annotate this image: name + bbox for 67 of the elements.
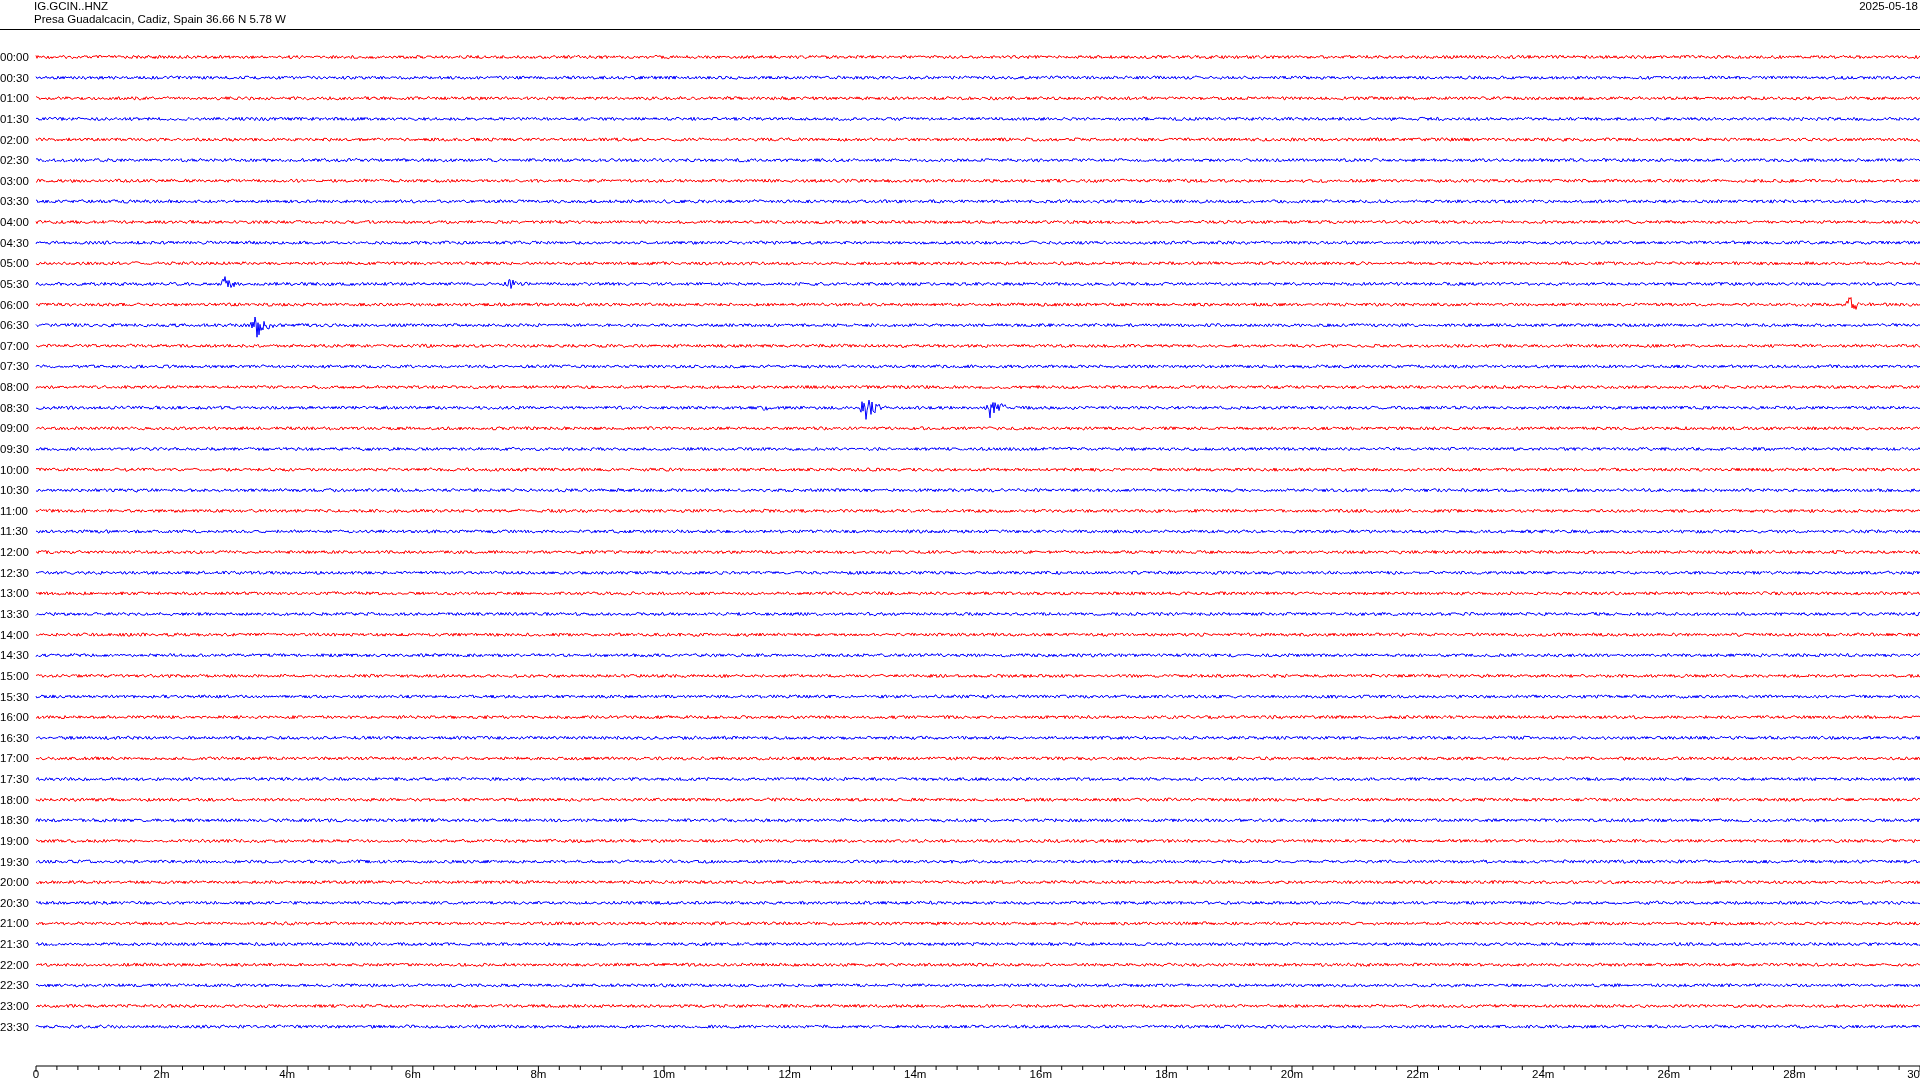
time-label: 23:30 — [0, 1020, 29, 1033]
time-label: 03:30 — [0, 195, 29, 208]
time-label: 19:00 — [0, 834, 29, 847]
time-label: 10:30 — [0, 484, 29, 497]
time-label: 09:30 — [0, 442, 29, 455]
axis-label: 14m — [904, 1068, 927, 1079]
time-label: 01:00 — [0, 92, 29, 105]
time-label: 03:00 — [0, 174, 29, 187]
time-label: 00:30 — [0, 71, 29, 84]
time-label: 10:00 — [0, 463, 29, 476]
station-code: IG.GCIN..HNZ — [34, 0, 109, 13]
axis-label: 30 — [1907, 1068, 1920, 1079]
axis-label: 0 — [32, 1068, 40, 1079]
axis-label: 10m — [652, 1068, 676, 1079]
time-label: 08:30 — [0, 401, 29, 414]
time-label: 15:30 — [0, 690, 29, 703]
time-label: 18:00 — [0, 793, 29, 806]
plot-date: 2025-05-18 — [1859, 0, 1918, 13]
time-label: 17:00 — [0, 752, 29, 765]
time-label: 23:00 — [0, 1000, 29, 1012]
time-label: 20:00 — [0, 876, 29, 889]
time-label: 02:00 — [0, 133, 29, 146]
axis-label: 4m — [279, 1068, 296, 1079]
axis-label: 18m — [1155, 1068, 1178, 1079]
time-label: 07:30 — [0, 360, 29, 373]
time-label: 21:30 — [0, 938, 29, 951]
time-label: 22:00 — [0, 958, 29, 971]
time-label: 11:00 — [0, 504, 28, 517]
time-label: 02:30 — [0, 154, 29, 167]
axis-label: 8m — [530, 1068, 547, 1079]
time-label: 05:30 — [0, 277, 29, 290]
time-label: 06:30 — [0, 319, 29, 332]
time-label: 15:00 — [0, 669, 29, 682]
axis-label: 20m — [1280, 1068, 1304, 1079]
time-label: 17:30 — [0, 773, 29, 786]
time-label: 09:00 — [0, 422, 29, 435]
time-label: 13:00 — [0, 587, 29, 600]
time-label: 16:30 — [0, 731, 29, 744]
axis-label: 16m — [1029, 1068, 1052, 1079]
time-label: 19:30 — [0, 855, 29, 868]
axis-label: 6m — [404, 1068, 421, 1079]
time-label: 20:30 — [0, 896, 29, 909]
time-label: 14:00 — [0, 628, 29, 641]
time-label: 01:30 — [0, 112, 29, 125]
time-label: 21:00 — [0, 917, 29, 930]
time-label: 13:30 — [0, 608, 29, 620]
axis-label: 22m — [1406, 1068, 1429, 1079]
axis-label: 2m — [153, 1068, 170, 1079]
time-label: 07:00 — [0, 339, 29, 352]
time-label: 12:00 — [0, 546, 29, 559]
time-label: 04:30 — [0, 236, 29, 249]
time-label: 11:30 — [0, 525, 28, 538]
axis-label: 12m — [778, 1068, 801, 1079]
time-label: 05:00 — [0, 257, 29, 270]
station-location: Presa Guadalcacin, Cadiz, Spain 36.66 N 5.78 W — [34, 13, 286, 26]
time-label: 06:00 — [0, 298, 29, 311]
time-label: 04:00 — [0, 216, 29, 229]
axis-label: 24m — [1532, 1068, 1555, 1079]
time-label: 22:30 — [0, 979, 29, 992]
time-label: 18:30 — [0, 814, 29, 827]
time-label: 00:00 — [0, 51, 29, 63]
time-label: 14:30 — [0, 649, 29, 662]
time-label: 12:30 — [0, 566, 29, 579]
time-label: 16:00 — [0, 711, 29, 724]
axis-label: 28m — [1783, 1068, 1806, 1079]
axis-label: 26m — [1657, 1068, 1680, 1079]
time-label: 08:00 — [0, 381, 29, 394]
